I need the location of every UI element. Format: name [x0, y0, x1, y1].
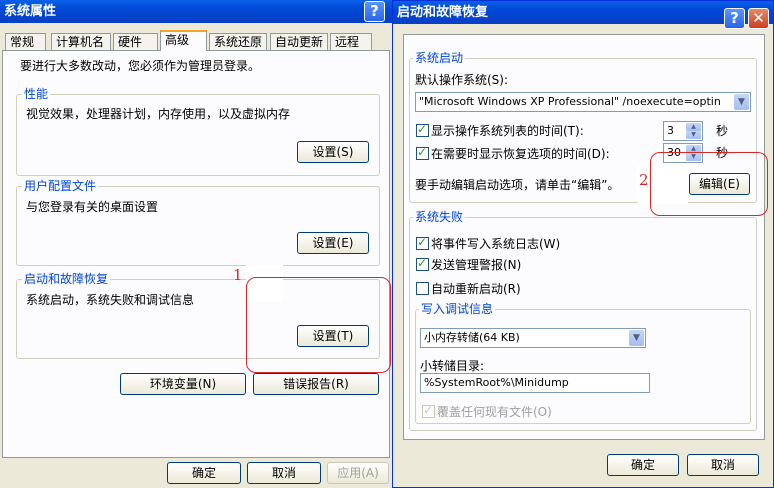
user-profiles-title: 用户配置文件 — [22, 179, 99, 193]
environment-variables-button[interactable]: 环境变量(N) — [120, 373, 246, 395]
user-profiles-settings-button[interactable]: 设置(E) — [297, 232, 369, 254]
help-icon[interactable]: ? — [364, 1, 385, 22]
startup-recovery-dialog: 启动和故障恢复 ? ✕ 系统启动 默认操作系统(S): "Microsoft W… — [392, 0, 774, 488]
window-title: 系统属性 — [4, 4, 57, 19]
apply-button[interactable]: 应用(A) — [327, 462, 389, 484]
show-os-list-label: 显示操作系统列表的时间(T): — [431, 124, 584, 138]
startup-recovery-desc: 系统启动，系统失败和调试信息 — [26, 293, 195, 307]
default-os-label: 默认操作系统(S): — [415, 73, 509, 87]
debug-info-title: 写入调试信息 — [419, 302, 496, 316]
dump-dir-label: 小转储目录: — [420, 359, 485, 373]
user-profiles-group — [16, 186, 380, 266]
close-icon[interactable]: ✕ — [748, 8, 769, 29]
ok-button[interactable]: 确定 — [167, 462, 241, 484]
performance-desc: 视觉效果，处理器计划，内存使用，以及虚拟内存 — [26, 107, 291, 121]
annotation-highlight — [246, 277, 391, 373]
cancel-button[interactable]: 取消 — [247, 462, 321, 484]
help-icon[interactable]: ? — [724, 8, 745, 29]
dump-dir-input[interactable]: %SystemRoot%\Minidump — [420, 373, 650, 393]
annotation-highlight — [650, 152, 768, 216]
edit-hint: 要手动编辑启动选项，请单击“编辑”。 — [415, 178, 620, 192]
send-alert-checkbox[interactable] — [416, 256, 429, 271]
write-event-label: 将事件写入系统日志(W) — [431, 237, 561, 251]
error-reporting-button[interactable]: 错误报告(R) — [253, 373, 379, 395]
write-event-checkbox[interactable] — [416, 235, 429, 250]
window-title: 启动和故障恢复 — [397, 5, 489, 20]
system-startup-title: 系统启动 — [413, 51, 466, 65]
overwrite-label: 覆盖任何现有文件(O) — [437, 405, 552, 419]
show-os-list-checkbox[interactable] — [416, 122, 429, 137]
tab-system-restore[interactable]: 系统还原 — [209, 33, 267, 50]
overwrite-checkbox[interactable] — [422, 403, 435, 418]
chevron-down-icon: ▼ — [734, 94, 749, 110]
spin-up-icon[interactable]: ▲ — [686, 123, 701, 131]
title-bar: 系统属性 — [0, 0, 392, 23]
auto-restart-checkbox[interactable] — [416, 282, 429, 295]
startup-recovery-title: 启动和故障恢复 — [22, 272, 111, 286]
show-os-list-spinner[interactable]: 3 ▲ ▼ — [663, 121, 703, 141]
auto-restart-label: 自动重新启动(R) — [431, 282, 521, 296]
performance-settings-button[interactable]: 设置(S) — [297, 141, 369, 163]
annotation-number: 1 — [233, 266, 243, 284]
annotation-number: 2 — [639, 171, 649, 189]
send-alert-label: 发送管理警报(N) — [431, 258, 522, 272]
seconds-unit: 秒 — [716, 124, 729, 138]
performance-title: 性能 — [22, 87, 51, 101]
tab-general[interactable]: 常规 — [5, 33, 46, 50]
tab-remote[interactable]: 远程 — [330, 33, 372, 50]
title-bar: 启动和故障恢复 — [393, 1, 773, 24]
default-os-select[interactable]: "Microsoft Windows XP Professional" /noe… — [415, 92, 751, 112]
ok-button[interactable]: 确定 — [607, 454, 679, 476]
tab-computer-name[interactable]: 计算机名 — [51, 33, 111, 50]
system-properties-dialog: 系统属性 ? 常规 计算机名 硬件 高级 系统还原 自动更新 远程 要进行大多数… — [0, 0, 392, 488]
tab-hardware[interactable]: 硬件 — [113, 33, 158, 50]
tab-auto-update[interactable]: 自动更新 — [270, 33, 328, 50]
admin-notice: 要进行大多数改动，您必须作为管理员登录。 — [20, 59, 261, 73]
tab-advanced[interactable]: 高级 — [160, 30, 207, 51]
system-failure-title: 系统失败 — [413, 210, 466, 224]
dump-type-select[interactable]: 小内存转储(64 KB) ▼ — [420, 328, 646, 348]
user-profiles-desc: 与您登录有关的桌面设置 — [26, 200, 159, 214]
cancel-button[interactable]: 取消 — [687, 454, 759, 476]
chevron-down-icon: ▼ — [629, 330, 644, 346]
spin-down-icon[interactable]: ▼ — [686, 131, 701, 139]
show-recovery-label: 在需要时显示恢复选项的时间(D): — [431, 147, 610, 161]
show-recovery-checkbox[interactable] — [416, 145, 429, 160]
